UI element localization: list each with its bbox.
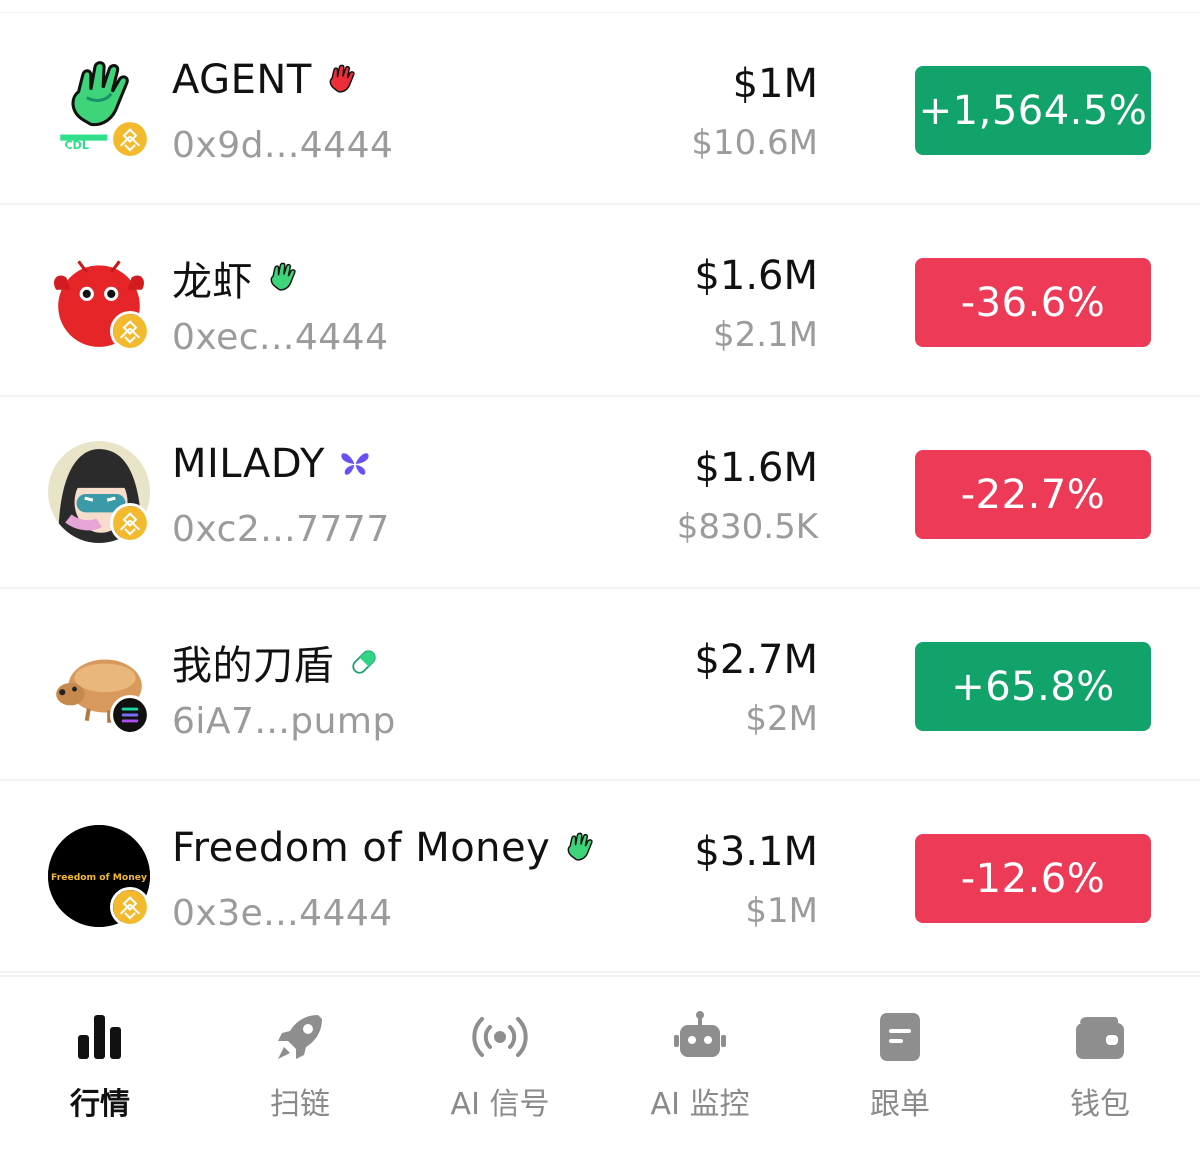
wallet-icon	[1070, 1007, 1130, 1067]
token-avatar	[48, 249, 150, 351]
token-row[interactable]: Freedom of Money Freedom of Money 0x3e..…	[0, 781, 1200, 973]
volume: $830.5K	[676, 507, 818, 547]
solana-chain-badge	[110, 695, 150, 735]
token-address[interactable]: 0xc2...7777	[172, 509, 390, 550]
market-cap: $1M	[732, 61, 818, 107]
token-address[interactable]: 0xec...4444	[172, 317, 389, 358]
tab-market[interactable]: 行情	[0, 1007, 200, 1127]
bar-chart-icon	[70, 1007, 130, 1067]
pill-icon	[346, 644, 382, 680]
rocket-icon	[270, 1007, 330, 1067]
market-cap: $2.7M	[694, 637, 818, 683]
market-cap: $1.6M	[694, 253, 818, 299]
bnb-chain-badge	[110, 119, 150, 159]
token-row[interactable]: 龙虾 0xec...4444 $1.6M $2.1M -36.6%	[0, 205, 1200, 397]
bottom-tab-bar: 行情 扫链 AI 信号 AI 监控 跟单 钱包	[0, 975, 1200, 1163]
avatar-logo-text: Freedom of Money	[51, 872, 147, 883]
token-row[interactable]: 我的刀盾 6iA7...pump $2.7M $2M +65.8%	[0, 589, 1200, 781]
bnb-chain-badge	[110, 887, 150, 927]
tab-label: 行情	[70, 1087, 130, 1122]
tab-label: 跟单	[870, 1087, 930, 1122]
green-hand-icon	[265, 260, 301, 296]
token-name: 龙虾	[172, 249, 301, 307]
tab-ai-signal[interactable]: AI 信号	[400, 1007, 600, 1127]
bnb-chain-badge	[110, 311, 150, 351]
volume: $2M	[745, 699, 818, 739]
robot-icon	[670, 1007, 730, 1067]
tab-copy-trade[interactable]: 跟单	[800, 1007, 1000, 1127]
price-change-badge[interactable]: -36.6%	[915, 258, 1151, 347]
tab-scan-chain[interactable]: 扫链	[200, 1007, 400, 1127]
token-avatar	[48, 441, 150, 543]
token-row[interactable]: CDL AGENT 0x9d...4444 $1M $10.6M +1,564.…	[0, 13, 1200, 205]
price-change-badge[interactable]: -22.7%	[915, 450, 1151, 539]
tab-wallet[interactable]: 钱包	[1000, 1007, 1200, 1127]
token-list: CDL AGENT 0x9d...4444 $1M $10.6M +1,564.…	[0, 13, 1200, 973]
token-avatar	[48, 633, 150, 735]
token-avatar: Freedom of Money	[48, 825, 150, 927]
red-hand-icon	[324, 62, 360, 98]
green-hand-icon	[562, 830, 598, 866]
svg-text:CDL: CDL	[64, 139, 89, 152]
price-change-badge[interactable]: -12.6%	[915, 834, 1151, 923]
tab-ai-monitor[interactable]: AI 监控	[600, 1007, 800, 1127]
tab-label: AI 信号	[450, 1087, 550, 1122]
market-cap: $3.1M	[694, 829, 818, 875]
token-row[interactable]: MILADY 0xc2...7777 $1.6M $830.5K -22.7%	[0, 397, 1200, 589]
signal-icon	[470, 1007, 530, 1067]
tab-label: AI 监控	[650, 1087, 750, 1122]
bnb-chain-badge	[110, 503, 150, 543]
token-name: Freedom of Money	[172, 825, 598, 871]
market-cap: $1.6M	[694, 445, 818, 491]
token-address[interactable]: 6iA7...pump	[172, 701, 396, 742]
token-name: 我的刀盾	[172, 633, 382, 691]
tab-label: 扫链	[270, 1087, 330, 1122]
token-address[interactable]: 0x9d...4444	[172, 125, 393, 166]
tab-label: 钱包	[1070, 1087, 1130, 1122]
token-address[interactable]: 0x3e...4444	[172, 893, 393, 934]
token-avatar: CDL	[48, 57, 150, 159]
document-icon	[870, 1007, 930, 1067]
token-name: AGENT	[172, 57, 360, 103]
volume: $1M	[745, 891, 818, 931]
price-change-badge[interactable]: +1,564.5%	[915, 66, 1151, 155]
price-change-badge[interactable]: +65.8%	[915, 642, 1151, 731]
butterfly-icon	[337, 446, 373, 482]
volume: $2.1M	[712, 315, 818, 355]
volume: $10.6M	[691, 123, 818, 163]
token-name: MILADY	[172, 441, 373, 487]
